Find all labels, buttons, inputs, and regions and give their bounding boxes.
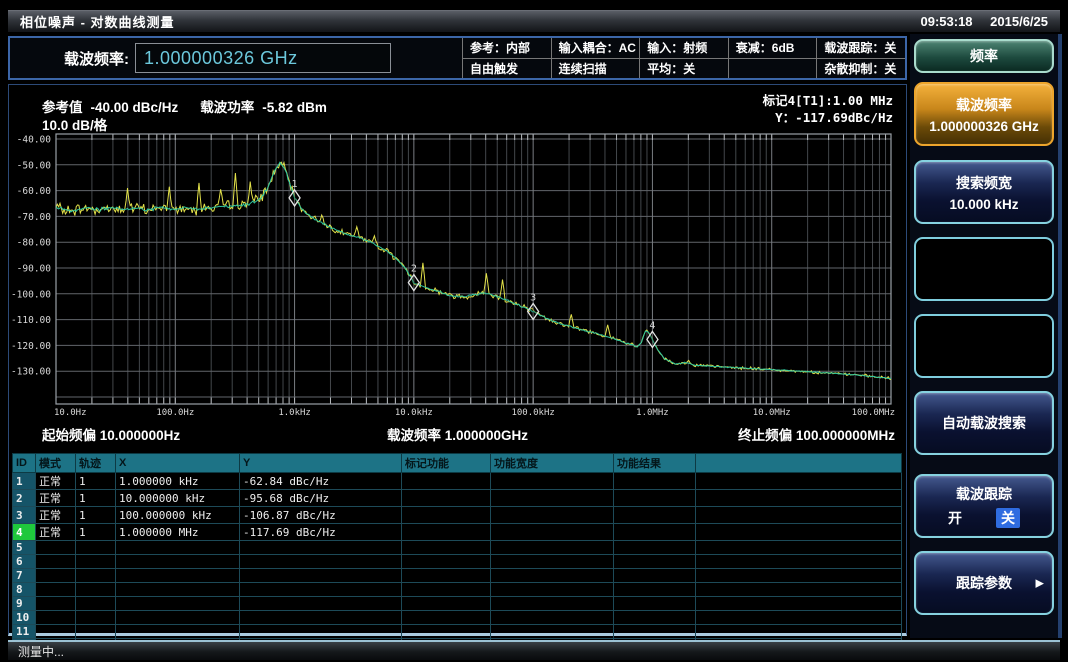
svg-text:-90.00: -90.00 [17, 264, 52, 275]
main-panel: 参考值-40.00 dBc/Hz载波功率-5.82 dBm 10.0 dB/格 … [8, 84, 907, 636]
column-header: 模式 [36, 454, 76, 473]
time-display: 09:53:18 [920, 14, 972, 29]
setting-cell [729, 59, 818, 79]
svg-text:-40.00: -40.00 [17, 135, 52, 146]
search-span-button[interactable]: 搜索频宽 10.000 kHz [914, 160, 1054, 224]
chart-footer: 起始频偏 10.000000Hz 载波频率 1.000000GHz 终止频偏 1… [12, 421, 903, 445]
carrier-frequency-input[interactable]: 1.000000326 GHz [135, 43, 391, 73]
carrier-frequency-label: 载波频率: [64, 48, 129, 69]
chart-header: 参考值-40.00 dBc/Hz载波功率-5.82 dBm 10.0 dB/格 … [12, 87, 903, 131]
menu-header-frequency: 频率 [914, 39, 1054, 73]
setting-cell: 平均：关 [640, 59, 729, 79]
column-header: 功能结果 [614, 454, 696, 473]
table-row[interactable]: 9 [13, 597, 902, 611]
date-display: 2015/6/25 [990, 14, 1048, 29]
svg-text:-110.00: -110.00 [12, 315, 51, 326]
svg-text:-120.00: -120.00 [12, 341, 51, 352]
window-title: 相位噪声 - 对数曲线测量 [20, 12, 175, 31]
trace-marker-4: 4 [647, 320, 658, 347]
clock: 09:53:18 2015/6/25 [906, 14, 1048, 29]
svg-text:100.0MHz: 100.0MHz [852, 408, 895, 418]
tracking-on-option[interactable]: 开 [948, 508, 962, 528]
svg-text:100.0Hz: 100.0Hz [156, 408, 194, 418]
setting-cell: 连续扫描 [552, 59, 641, 79]
softkey-sidebar: 频率 载波频率 1.000000326 GHz 搜索频宽 10.000 kHz … [910, 34, 1062, 638]
svg-text:-50.00: -50.00 [17, 160, 52, 171]
svg-text:3: 3 [530, 293, 536, 304]
table-row[interactable]: 2正常110.000000 kHz-95.68 dBc/Hz [13, 490, 902, 507]
ref-value: -40.00 dBc/Hz [91, 100, 179, 115]
column-header [696, 454, 902, 473]
carrier-frequency-box: 载波频率: 1.000000326 GHz [10, 38, 462, 78]
stop-offset: 终止频偏 100.000000MHz [738, 424, 895, 444]
tracking-off-option[interactable]: 关 [996, 508, 1020, 528]
table-row[interactable]: 8 [13, 583, 902, 597]
carrier-tracking-toggle[interactable]: 载波跟踪 开 关 [914, 474, 1054, 538]
svg-text:10.0MHz: 10.0MHz [753, 408, 791, 418]
table-row[interactable]: 4正常11.000000 MHz-117.69 dBc/Hz [13, 524, 902, 541]
column-header: 标记功能 [402, 454, 491, 473]
phase-noise-chart: 参考值-40.00 dBc/Hz载波功率-5.82 dBm 10.0 dB/格 … [12, 87, 903, 449]
chart-ref-line: 参考值 -40.00 dBc/Hz 载波功率 -5.82 dBm [42, 96, 327, 116]
table-header-row: ID模式轨迹XY标记功能功能宽度功能结果 [13, 454, 902, 473]
instrument-screen: 相位噪声 - 对数曲线测量 09:53:18 2015/6/25 载波频率: 1… [0, 0, 1068, 662]
table-row[interactable]: 5 [13, 541, 902, 555]
submenu-arrow-icon: ▶ [1036, 577, 1044, 590]
table-row[interactable]: 6 [13, 555, 902, 569]
marker-readout-x: 标记4[T1]:1.00 MHz [763, 92, 893, 109]
table-row[interactable]: 7 [13, 569, 902, 583]
auto-carrier-search-button[interactable]: 自动载波搜索 [914, 391, 1054, 455]
svg-text:10.0kHz: 10.0kHz [395, 408, 433, 418]
column-header: Y [240, 454, 402, 473]
column-header: ID [13, 454, 36, 473]
carrier-frequency-button[interactable]: 载波频率 1.000000326 GHz [914, 82, 1054, 146]
status-bar: 测量中... [8, 640, 1060, 660]
title-bar: 相位噪声 - 对数曲线测量 09:53:18 2015/6/25 [8, 10, 1060, 32]
marker-table: ID模式轨迹XY标记功能功能宽度功能结果1正常11.000000 kHz-62.… [12, 453, 902, 653]
svg-text:10.0Hz: 10.0Hz [54, 408, 87, 418]
svg-text:100.0kHz: 100.0kHz [511, 408, 554, 418]
top-status-row: 载波频率: 1.000000326 GHz 参考：内部输入耦合：AC输入：射频衰… [8, 36, 907, 80]
svg-text:-80.00: -80.00 [17, 238, 52, 249]
marker-readout-y: Y：-117.69dBc/Hz [763, 109, 893, 126]
tracking-params-button[interactable]: 跟踪参数 ▶ [914, 551, 1054, 615]
table-row[interactable]: 11 [13, 625, 902, 639]
table-row[interactable]: 3正常1100.000000 kHz-106.87 dBc/Hz [13, 507, 902, 524]
svg-text:1.0MHz: 1.0MHz [636, 408, 669, 418]
marker-readout: 标记4[T1]:1.00 MHz Y：-117.69dBc/Hz [763, 92, 893, 126]
setting-cell: 参考：内部 [463, 38, 552, 58]
softkey-blank-1 [914, 237, 1054, 301]
column-header: 轨迹 [76, 454, 116, 473]
scale-per-div: 10.0 dB/格 [42, 114, 107, 134]
setting-cell: 输入：射频 [640, 38, 729, 58]
setting-cell: 输入耦合：AC [552, 38, 641, 58]
svg-text:-100.00: -100.00 [12, 289, 51, 300]
carrier-power-value: -5.82 dBm [262, 100, 327, 115]
column-header: 功能宽度 [491, 454, 614, 473]
trace-marker-1: 1 [289, 179, 300, 206]
setting-cell: 自由触发 [463, 59, 552, 79]
svg-text:1.0kHz: 1.0kHz [278, 408, 311, 418]
table-row[interactable]: 10 [13, 611, 902, 625]
svg-text:2: 2 [411, 264, 417, 275]
softkey-blank-2 [914, 314, 1054, 378]
plot-area: -40.00 -50.00 -60.00 -70.00 -80.00 -90.00 -100… [12, 131, 903, 421]
svg-text:-60.00: -60.00 [17, 186, 52, 197]
carrier-power-label: 载波功率 [200, 100, 254, 115]
column-header: X [116, 454, 240, 473]
trace-marker-3: 3 [528, 293, 539, 320]
status-message: 测量中... [18, 643, 64, 660]
svg-text:-130.00: -130.00 [12, 367, 51, 378]
settings-grid: 参考：内部输入耦合：AC输入：射频衰减：6dB载波跟踪：关自由触发连续扫描平均：… [462, 38, 905, 78]
svg-text:4: 4 [649, 320, 655, 331]
svg-text:1: 1 [292, 179, 298, 190]
setting-cell: 衰减：6dB [729, 38, 818, 58]
ref-label: 参考值 [42, 100, 83, 115]
setting-cell: 载波跟踪：关 [817, 38, 905, 58]
svg-text:-70.00: -70.00 [17, 212, 52, 223]
setting-cell: 杂散抑制：关 [817, 59, 905, 79]
marker-table-section: ID模式轨迹XY标记功能功能宽度功能结果1正常11.000000 kHz-62.… [12, 453, 903, 653]
table-row[interactable]: 1正常11.000000 kHz-62.84 dBc/Hz [13, 473, 902, 490]
